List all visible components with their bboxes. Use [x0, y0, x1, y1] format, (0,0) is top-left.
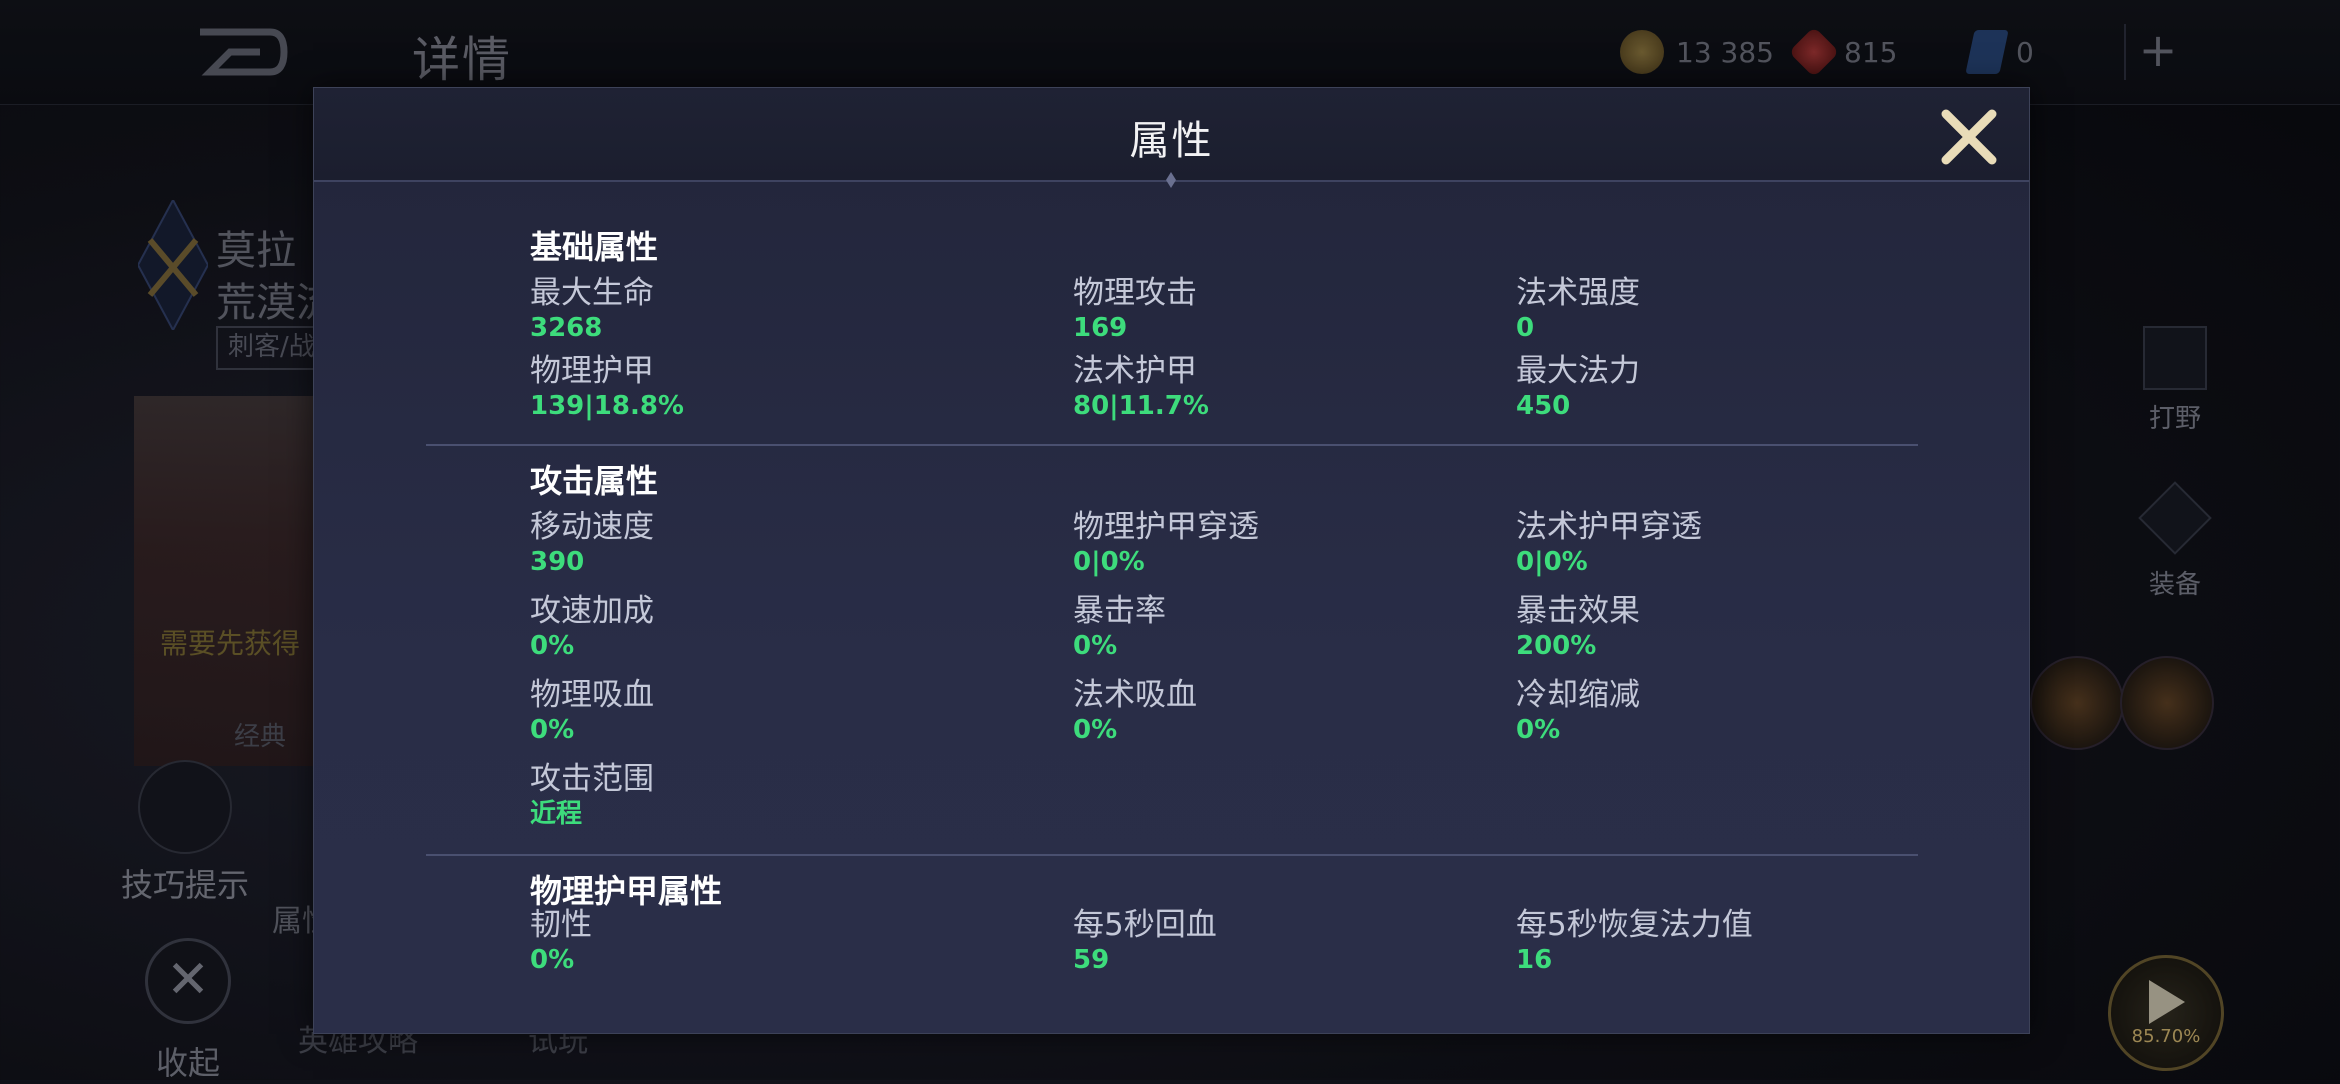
stat-label: 物理攻击: [1073, 275, 1197, 311]
stat-value: 0%: [1073, 631, 1118, 661]
stat-move-speed: 移动速度 390: [530, 508, 654, 578]
stat-magic-armor: 法术护甲 80|11.7%: [1073, 352, 1209, 422]
modal-title: 属性: [1129, 118, 1214, 164]
stat-value: 139|18.8%: [530, 391, 684, 421]
stat-label: 物理护甲穿透: [1073, 509, 1259, 545]
attributes-modal: 属性 基础属性 最大生命 3268 物理攻击 169 法术强度 0 物理护甲 1…: [313, 87, 2030, 1034]
stat-value: 0%: [530, 715, 575, 745]
stat-value: 59: [1073, 945, 1110, 975]
stat-label: 物理吸血: [530, 677, 654, 713]
stat-physical-armor: 物理护甲 139|18.8%: [530, 352, 684, 422]
stat-cooldown-reduction: 冷却缩减 0%: [1516, 676, 1640, 746]
stat-value: 近程: [530, 799, 583, 829]
stat-label: 韧性: [530, 907, 592, 943]
modal-header: 属性: [314, 88, 2029, 188]
stat-label: 最大生命: [530, 275, 654, 311]
stat-label: 法术护甲穿透: [1516, 509, 1702, 545]
stat-label: 暴击效果: [1516, 593, 1640, 629]
close-button[interactable]: [1940, 108, 1998, 166]
section-divider: [426, 444, 1918, 446]
stat-max-hp: 最大生命 3268: [530, 274, 654, 344]
stat-value: 200%: [1516, 631, 1597, 661]
stat-label: 最大法力: [1516, 353, 1640, 389]
section-title-basic: 基础属性: [530, 228, 659, 266]
stat-value: 450: [1516, 391, 1571, 421]
stat-value: 0%: [1073, 715, 1118, 745]
stat-magic-power: 法术强度 0: [1516, 274, 1640, 344]
diamond-ornament-icon: [1166, 172, 1176, 188]
stat-magic-pen: 法术护甲穿透 0|0%: [1516, 508, 1702, 578]
stat-label: 攻击范围: [530, 761, 654, 797]
stat-tenacity: 韧性 0%: [530, 906, 592, 976]
stat-value: 0%: [530, 945, 575, 975]
stat-label: 物理护甲: [530, 353, 654, 389]
stat-value: 0|0%: [1516, 547, 1588, 577]
stat-value: 0|0%: [1073, 547, 1145, 577]
stat-label: 法术护甲: [1073, 353, 1197, 389]
stat-magic-lifesteal: 法术吸血 0%: [1073, 676, 1197, 746]
stat-value: 3268: [530, 313, 603, 343]
stat-physical-lifesteal: 物理吸血 0%: [530, 676, 654, 746]
stat-value: 0: [1516, 313, 1535, 343]
section-divider: [426, 854, 1918, 856]
stat-value: 16: [1516, 945, 1553, 975]
stat-label: 法术吸血: [1073, 677, 1197, 713]
close-icon: [1941, 109, 1997, 165]
stat-hp-regen: 每5秒回血 59: [1073, 906, 1217, 976]
stat-label: 每5秒恢复法力值: [1516, 907, 1753, 943]
stat-label: 冷却缩减: [1516, 677, 1640, 713]
stat-label: 移动速度: [530, 509, 654, 545]
stat-physical-pen: 物理护甲穿透 0|0%: [1073, 508, 1259, 578]
stat-label: 法术强度: [1516, 275, 1640, 311]
stat-value: 390: [530, 547, 585, 577]
stat-value: 0%: [530, 631, 575, 661]
stat-max-mana: 最大法力 450: [1516, 352, 1640, 422]
section-title-attack: 攻击属性: [530, 462, 659, 500]
stat-mana-regen: 每5秒恢复法力值 16: [1516, 906, 1753, 976]
stat-value: 169: [1073, 313, 1128, 343]
stat-attack-range: 攻击范围 近程: [530, 760, 654, 830]
stat-attack-speed: 攻速加成 0%: [530, 592, 654, 662]
stat-value: 0%: [1516, 715, 1561, 745]
stat-value: 80|11.7%: [1073, 391, 1209, 421]
stat-crit-rate: 暴击率 0%: [1073, 592, 1166, 662]
stat-label: 每5秒回血: [1073, 907, 1217, 943]
stat-label: 暴击率: [1073, 593, 1166, 629]
stat-label: 攻速加成: [530, 593, 654, 629]
stat-crit-damage: 暴击效果 200%: [1516, 592, 1640, 662]
stat-physical-attack: 物理攻击 169: [1073, 274, 1197, 344]
